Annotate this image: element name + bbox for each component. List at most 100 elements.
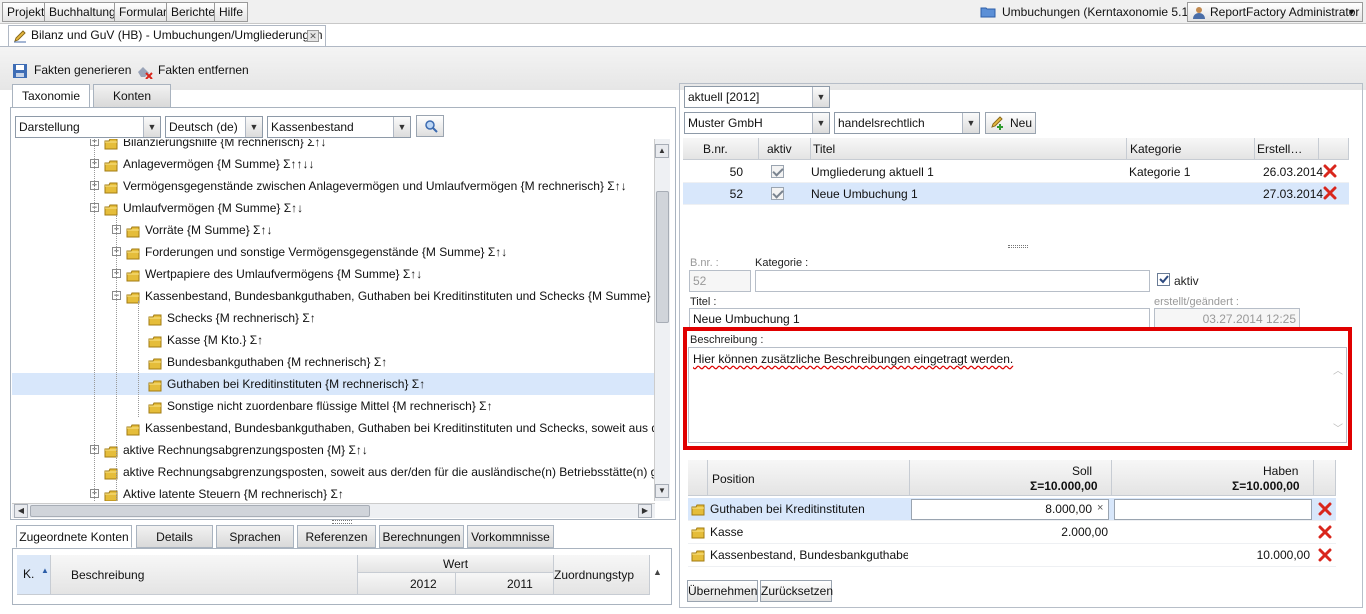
- column-titel[interactable]: [811, 138, 1127, 160]
- tree-row[interactable]: + Forderungen und sonstige Vermögensgegen…: [12, 241, 655, 263]
- tab-sprachen[interactable]: Sprachen: [216, 525, 294, 548]
- aktiv-checkbox[interactable]: [1157, 273, 1170, 286]
- h-scroll-thumb: [30, 505, 370, 517]
- column-zuordnungstyp-label: Zuordnungstyp: [554, 568, 635, 582]
- splitter-handle[interactable]: [332, 520, 352, 524]
- table-row[interactable]: Guthaben bei Kreditinstituten 8.000,00 ×: [688, 498, 1336, 521]
- table-row[interactable]: Kasse 2.000,00: [688, 521, 1336, 544]
- kategorie-cell: Kategorie 1: [1129, 165, 1191, 179]
- tree-row[interactable]: + Vorräte {M Summe} Σ↑↓: [12, 219, 655, 241]
- scroll-up-icon[interactable]: ︿: [1333, 362, 1343, 377]
- tree-row[interactable]: + Wertpapiere des Umlaufvermögens {M Summ…: [12, 263, 655, 285]
- view-select[interactable]: Darstellung ▼: [15, 116, 161, 138]
- column-2011[interactable]: [456, 573, 554, 595]
- splitter-handle[interactable]: [1008, 245, 1028, 248]
- tree-item-label: Schecks {M rechnerisch} Σ↑: [167, 311, 316, 325]
- kategorie-field[interactable]: [755, 270, 1150, 292]
- delete-icon[interactable]: [1318, 525, 1332, 539]
- document-tab-title: Bilanz und GuV (HB) - Umbuchungen/Umglie…: [31, 28, 323, 42]
- tree-row[interactable]: − Umlaufvermögen {M Summe} Σ↑↓: [12, 197, 655, 219]
- check-icon: [1159, 275, 1169, 284]
- remove-facts-button[interactable]: Fakten entfernen: [136, 61, 249, 79]
- project-label: Umbuchungen (Kerntaxonomie 5.1): [1002, 5, 1193, 19]
- company-select[interactable]: Muster GmbH ▼: [684, 112, 830, 134]
- haben-cell: 10.000,00: [1256, 548, 1310, 562]
- tree-guide-line: [138, 301, 139, 417]
- scroll-up-icon[interactable]: ▲: [653, 567, 662, 577]
- delete-icon[interactable]: [1318, 502, 1332, 516]
- tab-zugeordnete-konten[interactable]: Zugeordnete Konten: [16, 525, 132, 548]
- tree-row[interactable]: Kassenbestand, Bundesbankguthaben, Gutha…: [12, 417, 655, 439]
- column-aktiv-label: aktiv: [767, 142, 792, 156]
- position-cell: Guthaben bei Kreditinstituten: [710, 502, 865, 516]
- tree-row[interactable]: Guthaben bei Kreditinstituten {M rechner…: [12, 373, 655, 395]
- delete-icon[interactable]: [1323, 186, 1337, 200]
- folder-icon: [691, 502, 705, 516]
- tree-row[interactable]: + Anlagevermögen {M Summe} Σ↑↑↓↓: [12, 153, 655, 175]
- tree-row[interactable]: + Vermögensgegenstände zwischen Anlagever…: [12, 175, 655, 197]
- tree-item-label: Forderungen und sonstige Vermögensgegens…: [145, 245, 508, 259]
- tree-row[interactable]: Schecks {M rechnerisch} Σ↑: [12, 307, 655, 329]
- menu-hilfe[interactable]: Hilfe: [214, 2, 249, 22]
- period-select[interactable]: aktuell [2012] ▼: [684, 86, 830, 108]
- beschreibung-textarea[interactable]: Hier können zusätzliche Beschreibungen e…: [688, 347, 1347, 443]
- table-row[interactable]: 52 Neue Umbuchung 1 27.03.2014: [683, 183, 1349, 205]
- reset-button[interactable]: Zurücksetzen: [760, 580, 833, 602]
- tree-item-label: aktive Rechnungsabgrenzungsposten, sowei…: [123, 465, 655, 479]
- tab-berechnungen[interactable]: Berechnungen: [379, 525, 464, 548]
- apply-button[interactable]: Übernehmen: [687, 580, 758, 602]
- close-icon[interactable]: ✕: [307, 30, 319, 42]
- folder-icon: [104, 201, 118, 216]
- tree-row[interactable]: + Bilanzierungshilfe {M rechnerisch} Σ↑↓: [12, 139, 655, 153]
- tab-referenzen[interactable]: Referenzen: [297, 525, 376, 548]
- tree-row[interactable]: Sonstige nicht zuordenbare flüssige Mitt…: [12, 395, 655, 417]
- clear-icon[interactable]: ×: [1097, 502, 1103, 514]
- document-tab[interactable]: Bilanz und GuV (HB) - Umbuchungen/Umglie…: [8, 25, 326, 46]
- tree-row[interactable]: Bundesbankguthaben {M rechnerisch} Σ↑: [12, 351, 655, 373]
- tree-row[interactable]: + Aktive latente Steuern {M rechnerisch} …: [12, 483, 655, 501]
- tab-vorkommnisse[interactable]: Vorkommnisse: [467, 525, 554, 548]
- new-button[interactable]: Neu: [985, 112, 1036, 134]
- column-2011-label: 2011: [507, 577, 533, 591]
- menu-projekt[interactable]: Projekt: [2, 2, 50, 22]
- delete-icon[interactable]: [1323, 164, 1337, 178]
- menu-formular[interactable]: Formular: [114, 2, 173, 22]
- folder-icon: [691, 548, 705, 562]
- language-select[interactable]: Deutsch (de) ▼: [165, 116, 263, 138]
- tab-taxonomie[interactable]: Taxonomie: [12, 84, 90, 108]
- user-menu-button[interactable]: ReportFactory Administrator ▼: [1187, 2, 1363, 22]
- menu-bar: Projekt Buchhaltung Formular Berichte Hi…: [0, 0, 1366, 24]
- haben-input[interactable]: [1114, 499, 1312, 520]
- search-select[interactable]: Kassenbestand ▼: [267, 116, 411, 138]
- delete-icon[interactable]: [1318, 548, 1332, 562]
- generate-facts-button[interactable]: Fakten generieren: [12, 61, 131, 79]
- beschreibung-text: Hier können zusätzliche Beschreibungen e…: [693, 352, 1014, 366]
- type-select[interactable]: handelsrechtlich ▼: [834, 112, 980, 134]
- search-button[interactable]: [416, 115, 444, 137]
- tab-konten[interactable]: Konten: [93, 84, 171, 108]
- tree-item-label: aktive Rechnungsabgrenzungsposten {M} Σ↑…: [123, 443, 368, 457]
- table-row[interactable]: Kassenbestand, Bundesbankguthabe… 10.000,…: [688, 544, 1336, 567]
- haben-sum: Σ=10.000,00: [1232, 479, 1300, 493]
- tree-scrollbar[interactable]: ▲ ▼: [654, 139, 670, 501]
- table-row[interactable]: 50 Umgliederung aktuell 1 Kategorie 1 26.03…: [683, 161, 1349, 183]
- folder-icon: [148, 333, 162, 348]
- column-icon: [688, 460, 708, 496]
- folder-icon: [148, 355, 162, 370]
- column-actions: [1319, 138, 1349, 160]
- chevron-down-icon: ▼: [143, 117, 160, 137]
- column-2012[interactable]: [358, 573, 456, 595]
- folder-icon: [126, 421, 140, 436]
- menu-buchhaltung[interactable]: Buchhaltung: [44, 2, 121, 22]
- menu-berichte[interactable]: Berichte: [166, 2, 221, 22]
- soll-input[interactable]: 8.000,00 ×: [911, 499, 1109, 520]
- tree-h-scrollbar[interactable]: ◀ ▶: [12, 503, 655, 518]
- tree-row[interactable]: aktive Rechnungsabgrenzungsposten, sowei…: [12, 461, 655, 483]
- tree-row[interactable]: + aktive Rechnungsabgrenzungsposten {M} Σ…: [12, 439, 655, 461]
- scroll-down-icon[interactable]: ﹀: [1333, 420, 1343, 435]
- tab-details[interactable]: Details: [136, 525, 213, 548]
- folder-icon: [126, 267, 140, 282]
- haben-cell: [1112, 521, 1310, 543]
- tree-row[interactable]: Kasse {M Kto.} Σ↑: [12, 329, 655, 351]
- tree-row[interactable]: − Kassenbestand, Bundesbankguthaben, Guth…: [12, 285, 655, 307]
